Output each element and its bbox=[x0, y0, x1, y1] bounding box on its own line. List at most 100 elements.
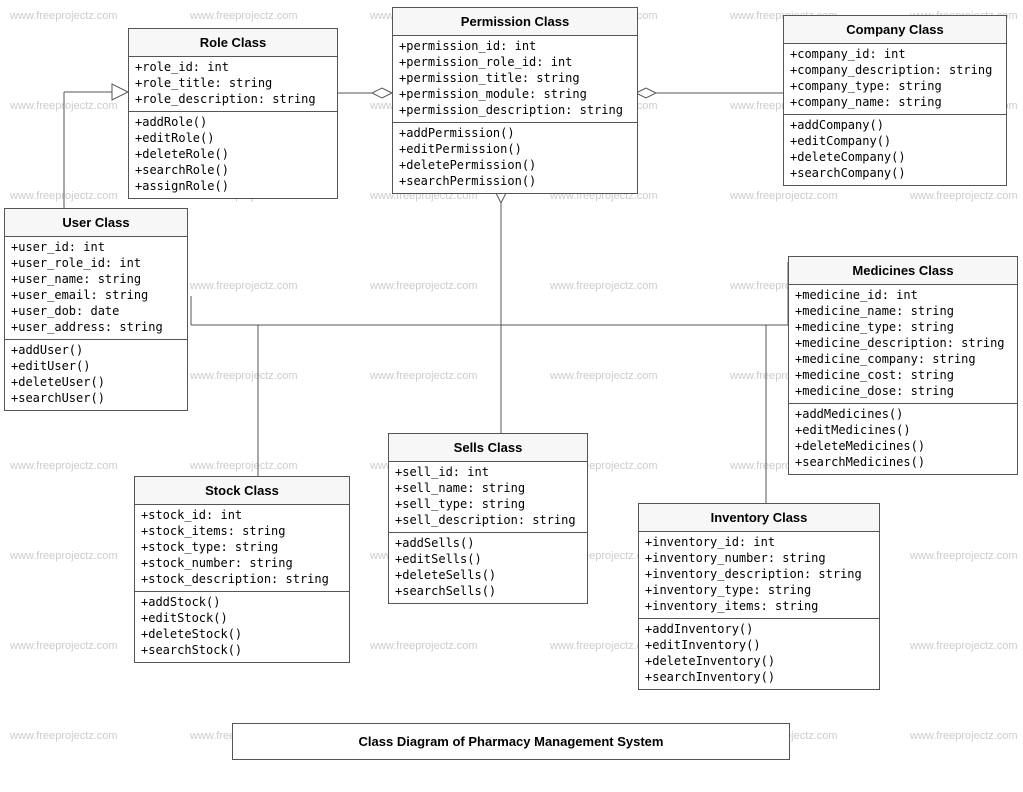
uml-row: +company_description: string bbox=[790, 62, 1000, 78]
uml-row: +searchRole() bbox=[135, 162, 331, 178]
class-title: Sells Class bbox=[389, 434, 587, 462]
uml-row: +role_title: string bbox=[135, 75, 331, 91]
watermark-text: www.freeprojectz.com bbox=[910, 730, 1018, 742]
watermark-text: www.freeprojectz.com bbox=[910, 190, 1018, 202]
uml-row: +addMedicines() bbox=[795, 406, 1011, 422]
uml-row: +inventory_type: string bbox=[645, 582, 873, 598]
class-user: User Class +user_id: int+user_role_id: i… bbox=[4, 208, 188, 411]
uml-row: +searchCompany() bbox=[790, 165, 1000, 181]
ops: +addRole()+editRole()+deleteRole()+searc… bbox=[129, 112, 337, 198]
uml-row: +permission_id: int bbox=[399, 38, 631, 54]
uml-row: +editInventory() bbox=[645, 637, 873, 653]
watermark-text: www.freeprojectz.com bbox=[10, 100, 118, 112]
uml-row: +user_address: string bbox=[11, 319, 181, 335]
ops: +addPermission()+editPermission()+delete… bbox=[393, 123, 637, 193]
uml-row: +stock_id: int bbox=[141, 507, 343, 523]
ops: +addInventory()+editInventory()+deleteIn… bbox=[639, 619, 879, 689]
class-title: Stock Class bbox=[135, 477, 349, 505]
diagram-title: Class Diagram of Pharmacy Management Sys… bbox=[232, 723, 790, 760]
uml-row: +searchInventory() bbox=[645, 669, 873, 685]
uml-row: +sell_description: string bbox=[395, 512, 581, 528]
attrs: +user_id: int+user_role_id: int+user_nam… bbox=[5, 237, 187, 340]
uml-row: +searchPermission() bbox=[399, 173, 631, 189]
uml-row: +deleteCompany() bbox=[790, 149, 1000, 165]
uml-row: +company_id: int bbox=[790, 46, 1000, 62]
uml-row: +deleteRole() bbox=[135, 146, 331, 162]
class-title: Inventory Class bbox=[639, 504, 879, 532]
uml-row: +medicine_type: string bbox=[795, 319, 1011, 335]
attrs: +stock_id: int+stock_items: string +stock… bbox=[135, 505, 349, 592]
class-sells: Sells Class +sell_id: int+sell_name: str… bbox=[388, 433, 588, 604]
uml-row: +permission_role_id: int bbox=[399, 54, 631, 70]
uml-row: +editCompany() bbox=[790, 133, 1000, 149]
watermark-text: www.freeprojectz.com bbox=[550, 370, 658, 382]
watermark-text: www.freeprojectz.com bbox=[10, 190, 118, 202]
uml-row: +medicine_name: string bbox=[795, 303, 1011, 319]
attrs: +company_id: int+company_description: st… bbox=[784, 44, 1006, 115]
uml-row: +user_dob: date bbox=[11, 303, 181, 319]
class-company: Company Class +company_id: int+company_d… bbox=[783, 15, 1007, 186]
uml-row: +deleteUser() bbox=[11, 374, 181, 390]
class-title: Medicines Class bbox=[789, 257, 1017, 285]
uml-row: +medicine_company: string bbox=[795, 351, 1011, 367]
uml-row: +addSells() bbox=[395, 535, 581, 551]
uml-row: +stock_number: string bbox=[141, 555, 343, 571]
uml-row: +user_id: int bbox=[11, 239, 181, 255]
class-role: Role Class +role_id: int+role_title: str… bbox=[128, 28, 338, 199]
watermark-text: www.freeprojectz.com bbox=[10, 460, 118, 472]
uml-row: +searchSells() bbox=[395, 583, 581, 599]
class-permission: Permission Class +permission_id: int+per… bbox=[392, 7, 638, 194]
uml-row: +stock_items: string bbox=[141, 523, 343, 539]
uml-row: +sell_name: string bbox=[395, 480, 581, 496]
uml-row: +sell_id: int bbox=[395, 464, 581, 480]
uml-row: +role_id: int bbox=[135, 59, 331, 75]
class-title: User Class bbox=[5, 209, 187, 237]
uml-row: +searchMedicines() bbox=[795, 454, 1011, 470]
attrs: +role_id: int+role_title: string+role_de… bbox=[129, 57, 337, 112]
watermark-text: www.freeprojectz.com bbox=[190, 10, 298, 22]
uml-row: +addStock() bbox=[141, 594, 343, 610]
uml-row: +searchStock() bbox=[141, 642, 343, 658]
uml-row: +editRole() bbox=[135, 130, 331, 146]
ops: +addMedicines()+editMedicines()+deleteMe… bbox=[789, 404, 1017, 474]
uml-row: +inventory_description: string bbox=[645, 566, 873, 582]
uml-row: +editStock() bbox=[141, 610, 343, 626]
uml-row: +company_name: string bbox=[790, 94, 1000, 110]
uml-row: +medicine_description: string bbox=[795, 335, 1011, 351]
uml-row: +permission_description: string bbox=[399, 102, 631, 118]
uml-row: +deleteSells() bbox=[395, 567, 581, 583]
uml-row: +deletePermission() bbox=[399, 157, 631, 173]
uml-row: +stock_description: string bbox=[141, 571, 343, 587]
uml-row: +editUser() bbox=[11, 358, 181, 374]
class-title: Company Class bbox=[784, 16, 1006, 44]
uml-row: +inventory_id: int bbox=[645, 534, 873, 550]
uml-row: +user_email: string bbox=[11, 287, 181, 303]
watermark-text: www.freeprojectz.com bbox=[550, 280, 658, 292]
attrs: +medicine_id: int+medicine_name: string+… bbox=[789, 285, 1017, 404]
uml-row: +medicine_cost: string bbox=[795, 367, 1011, 383]
uml-row: +editSells() bbox=[395, 551, 581, 567]
uml-row: +sell_type: string bbox=[395, 496, 581, 512]
ops: +addCompany()+editCompany()+deleteCompan… bbox=[784, 115, 1006, 185]
ops: +addUser()+editUser()+deleteUser()+searc… bbox=[5, 340, 187, 410]
uml-row: +deleteInventory() bbox=[645, 653, 873, 669]
watermark-text: www.freeprojectz.com bbox=[910, 640, 1018, 652]
uml-row: +addUser() bbox=[11, 342, 181, 358]
class-inventory: Inventory Class +inventory_id: int+inven… bbox=[638, 503, 880, 690]
watermark-text: www.freeprojectz.com bbox=[910, 550, 1018, 562]
uml-row: +deleteMedicines() bbox=[795, 438, 1011, 454]
watermark-text: www.freeprojectz.com bbox=[190, 280, 298, 292]
uml-row: +addCompany() bbox=[790, 117, 1000, 133]
uml-row: +addRole() bbox=[135, 114, 331, 130]
uml-row: +permission_title: string bbox=[399, 70, 631, 86]
ops: +addStock()+editStock()+deleteStock()+se… bbox=[135, 592, 349, 662]
uml-row: +editMedicines() bbox=[795, 422, 1011, 438]
attrs: +inventory_id: int+inventory_number: str… bbox=[639, 532, 879, 619]
watermark-text: www.freeprojectz.com bbox=[370, 640, 478, 652]
class-title: Role Class bbox=[129, 29, 337, 57]
uml-row: +addInventory() bbox=[645, 621, 873, 637]
uml-row: +company_type: string bbox=[790, 78, 1000, 94]
watermark-text: www.freeprojectz.com bbox=[10, 550, 118, 562]
uml-row: +user_name: string bbox=[11, 271, 181, 287]
uml-row: +medicine_dose: string bbox=[795, 383, 1011, 399]
